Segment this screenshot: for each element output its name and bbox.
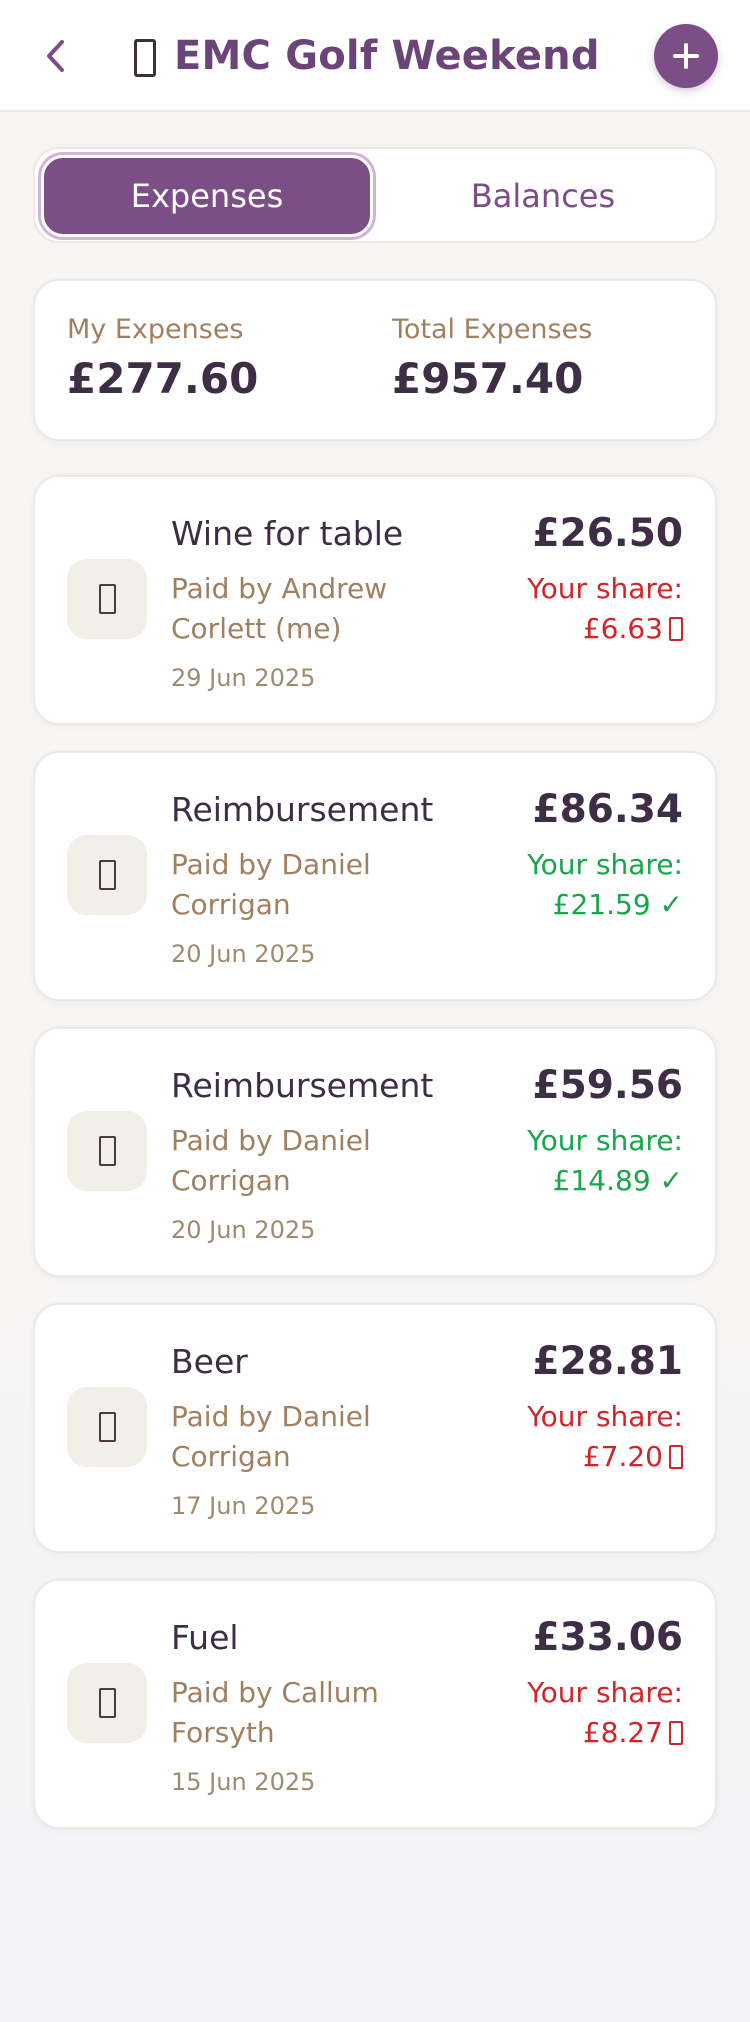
share-value-row: £8.27 (527, 1713, 683, 1753)
golf-emoji-icon (128, 32, 162, 80)
share-label: Your share: (527, 1676, 683, 1709)
total-expenses-summary: Total Expenses £957.40 (392, 313, 592, 407)
expense-title: Wine for table (171, 514, 404, 553)
add-expense-button[interactable] (654, 24, 718, 88)
expense-share: Your share: £14.89 ✓ (527, 1121, 683, 1201)
expense-paid-by: Paid by Daniel Corrigan (171, 848, 371, 921)
share-value: £8.27 (582, 1716, 663, 1749)
expense-item[interactable]: Reimbursement Paid by Daniel Corrigan 20… (33, 751, 717, 1001)
page-title-group: EMC Golf Weekend (128, 22, 600, 90)
expense-amount: £86.34 (532, 787, 684, 832)
expense-title: Fuel (171, 1618, 239, 1657)
expense-item[interactable]: Wine for table Paid by Andrew Corlett (m… (33, 475, 717, 725)
expense-amount: £59.56 (532, 1063, 684, 1108)
expense-title: Reimbursement (171, 790, 434, 829)
expense-amount: £28.81 (532, 1339, 684, 1384)
expense-paid-by: Paid by Callum Forsyth (171, 1676, 379, 1749)
expense-date: 20 Jun 2025 (171, 1216, 316, 1244)
app-header: EMC Golf Weekend (0, 0, 750, 112)
share-value: £14.89 ✓ (552, 1164, 683, 1197)
expense-date: 29 Jun 2025 (171, 664, 316, 692)
expense-date: 20 Jun 2025 (171, 940, 316, 968)
fuel-emoji-icon (67, 1663, 147, 1743)
total-expenses-value: £957.40 (392, 354, 584, 403)
owed-status-icon (669, 1445, 683, 1469)
share-value: £6.63 (582, 612, 663, 645)
page-title: EMC Golf Weekend (174, 33, 600, 79)
expense-date: 15 Jun 2025 (171, 1768, 316, 1796)
chevron-left-icon (47, 40, 64, 72)
back-button[interactable] (30, 28, 82, 84)
total-expenses-label: Total Expenses (392, 314, 593, 345)
share-value-row: £6.63 (527, 609, 683, 649)
expense-amount: £33.06 (532, 1615, 684, 1660)
money-emoji-icon (67, 835, 147, 915)
expense-title: Beer (171, 1342, 248, 1381)
share-label: Your share: (527, 572, 683, 605)
expense-share: Your share: £6.63 (527, 569, 683, 649)
expense-paid-by: Paid by Daniel Corrigan (171, 1400, 371, 1473)
share-label: Your share: (527, 1400, 683, 1433)
expense-item[interactable]: Beer Paid by Daniel Corrigan 17 Jun 2025… (33, 1303, 717, 1553)
owed-status-icon (669, 1721, 683, 1745)
tab-balances[interactable]: Balances (377, 155, 709, 237)
my-expenses-summary: My Expenses £277.60 (67, 313, 258, 407)
expense-paid-by: Paid by Daniel Corrigan (171, 1124, 371, 1197)
expense-date: 17 Jun 2025 (171, 1492, 316, 1520)
wine-emoji-icon (67, 559, 147, 639)
plus-icon (673, 43, 699, 69)
share-label: Your share: (527, 848, 683, 881)
expense-share: Your share: £21.59 ✓ (527, 845, 683, 925)
expense-item[interactable]: Reimbursement Paid by Daniel Corrigan 20… (33, 1027, 717, 1277)
owed-status-icon (669, 617, 683, 641)
share-label: Your share: (527, 1124, 683, 1157)
my-expenses-label: My Expenses (67, 314, 244, 345)
share-value: £21.59 ✓ (552, 888, 683, 921)
my-expenses-value: £277.60 (67, 354, 259, 403)
expenses-summary-card: My Expenses £277.60 Total Expenses £957.… (33, 279, 717, 441)
money-emoji-icon (67, 1111, 147, 1191)
share-value-row: £7.20 (527, 1437, 683, 1477)
view-tabs: Expenses Balances (33, 147, 717, 243)
expense-amount: £26.50 (532, 511, 684, 556)
share-value: £7.20 (582, 1440, 663, 1473)
expense-share: Your share: £8.27 (527, 1673, 683, 1753)
expense-share: Your share: £7.20 (527, 1397, 683, 1477)
expense-title: Reimbursement (171, 1066, 434, 1105)
tab-expenses[interactable]: Expenses (41, 155, 373, 237)
beer-emoji-icon (67, 1387, 147, 1467)
expense-paid-by: Paid by Andrew Corlett (me) (171, 572, 388, 645)
expense-item[interactable]: Fuel Paid by Callum Forsyth 15 Jun 2025 … (33, 1579, 717, 1829)
